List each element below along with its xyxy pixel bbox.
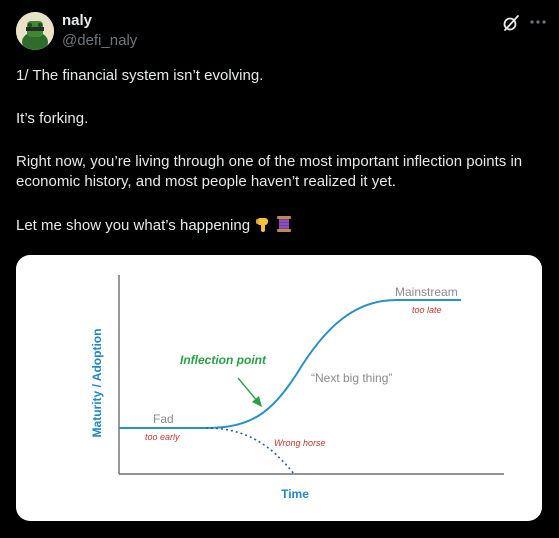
too-early-label: too early bbox=[145, 432, 180, 442]
mainstream-label: Mainstream bbox=[395, 285, 458, 299]
author-handle[interactable]: @defi_naly bbox=[62, 32, 137, 49]
grok-icon[interactable] bbox=[502, 14, 520, 32]
avatar[interactable] bbox=[16, 12, 54, 50]
wrong-horse-curve bbox=[205, 427, 295, 475]
next-big-thing-label: “Next big thing” bbox=[311, 371, 392, 385]
post-paragraph-last: Let me show you what’s happening bbox=[16, 215, 536, 236]
post-paragraph: It’s forking. bbox=[16, 110, 89, 127]
pointing-down-emoji-icon bbox=[256, 218, 269, 232]
too-late-label: too late bbox=[412, 305, 442, 315]
more-dots-icon[interactable] bbox=[528, 12, 548, 32]
tweet: naly @defi_naly 1/ The financial system … bbox=[0, 0, 559, 538]
frog-avatar-icon bbox=[16, 12, 54, 50]
y-axis-label: Maturity / Adoption bbox=[90, 329, 104, 438]
spool-of-thread-emoji-icon bbox=[277, 216, 292, 232]
fad-label: Fad bbox=[153, 412, 174, 426]
author-name[interactable]: naly bbox=[62, 12, 92, 29]
post-paragraph-text: Let me show you what’s happening bbox=[16, 217, 251, 234]
post-paragraph: Right now, you’re living through one of … bbox=[16, 153, 523, 190]
inflection-label: Inflection point bbox=[180, 353, 267, 367]
wrong-horse-label: Wrong horse bbox=[274, 438, 326, 448]
media-image[interactable]: Maturity / Adoption Time Inflection poin… bbox=[16, 255, 542, 521]
adoption-curve bbox=[119, 299, 461, 429]
post-paragraph: 1/ The financial system isn’t evolving. bbox=[16, 67, 264, 84]
inflection-arrow bbox=[237, 377, 259, 403]
x-axis-label: Time bbox=[281, 487, 309, 501]
adoption-curve-diagram: Maturity / Adoption Time Inflection poin… bbox=[90, 275, 504, 501]
post-text: 1/ The financial system isn’t evolving. … bbox=[16, 66, 536, 236]
